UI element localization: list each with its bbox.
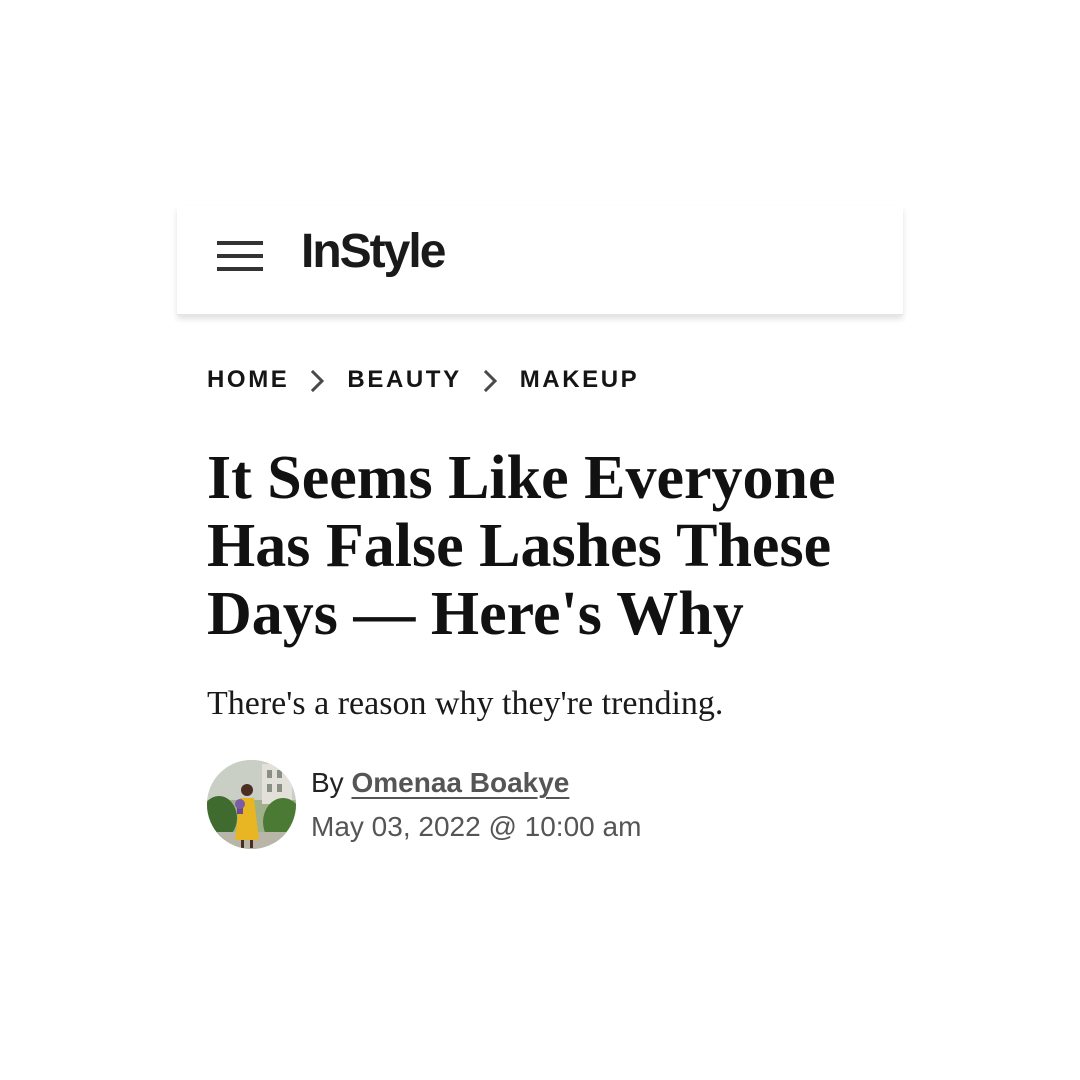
breadcrumb: HOME BEAUTY MAKEUP [207, 362, 639, 398]
publish-date: May 03, 2022 @ 10:00 am [311, 811, 642, 842]
article-subtitle: There's a reason why they're trending. [207, 685, 724, 722]
breadcrumb-makeup[interactable]: MAKEUP [520, 362, 640, 398]
byline-prefix: By [311, 767, 344, 798]
breadcrumb-home[interactable]: HOME [207, 362, 289, 398]
page: InStyle HOME BEAUTY MAKEUP It Seems Like… [177, 0, 903, 1080]
byline: By Omenaa Boakye May 03, 2022 @ 10:00 am [207, 760, 897, 852]
chevron-right-icon [474, 362, 508, 398]
byline-author: By Omenaa Boakye [311, 764, 569, 802]
site-header: InStyle [177, 206, 903, 315]
breadcrumb-beauty[interactable]: BEAUTY [347, 362, 461, 398]
author-avatar[interactable] [207, 760, 296, 849]
author-link[interactable]: Omenaa Boakye [351, 767, 569, 798]
article-title: It Seems Like Everyone Has False Lashes … [207, 444, 836, 648]
hamburger-menu-icon[interactable] [217, 239, 263, 273]
chevron-right-icon [301, 362, 335, 398]
site-logo[interactable]: InStyle [301, 220, 446, 284]
